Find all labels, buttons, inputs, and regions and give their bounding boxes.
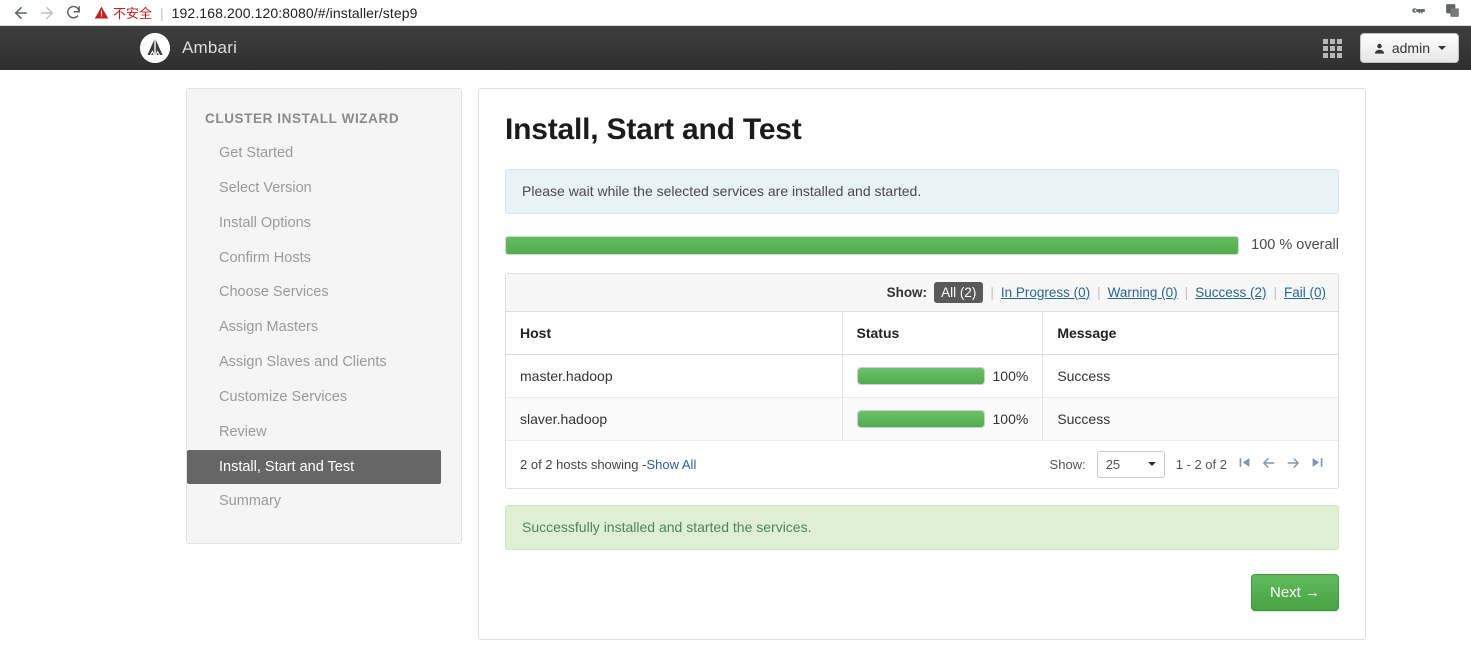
hosts-table: Host Status Message master.hadoop 100% S… [506, 311, 1338, 441]
sidebar-item-select-version[interactable]: Select Version [187, 171, 461, 206]
page-size-select[interactable]: 25 [1096, 450, 1165, 478]
sidebar-item-confirm-hosts[interactable]: Confirm Hosts [187, 241, 461, 276]
footer-actions: Next → [505, 573, 1339, 611]
row-progress-bar [856, 366, 985, 385]
sidebar-item-summary[interactable]: Summary [187, 484, 461, 519]
wizard-sidebar: CLUSTER INSTALL WIZARD Get Started Selec… [186, 88, 462, 545]
row-progress-fill [857, 410, 984, 427]
omnibox-divider: | [160, 4, 164, 21]
content-panel: Install, Start and Test Please wait whil… [478, 88, 1366, 640]
app-header: Ambari admin [0, 26, 1471, 70]
cell-host: slaver.hadoop [506, 397, 843, 441]
overall-progress: 100 % overall [505, 235, 1339, 255]
cell-status: 100% [842, 354, 1044, 398]
brand[interactable]: Ambari [140, 33, 237, 63]
row-progress-bar [856, 409, 985, 428]
page-body: CLUSTER INSTALL WIZARD Get Started Selec… [0, 70, 1471, 649]
sidebar-item-install-options[interactable]: Install Options [187, 206, 461, 241]
row-progress-fill [857, 367, 984, 384]
insecure-label: 不安全 [113, 6, 153, 21]
sidebar-item-choose-services[interactable]: Choose Services [187, 275, 461, 310]
next-button[interactable]: Next → [1250, 573, 1339, 611]
cell-status: 100% [842, 397, 1044, 441]
column-header-message[interactable]: Message [1042, 311, 1338, 355]
insecure-warning[interactable]: 不安全 [94, 3, 152, 22]
apps-grid-icon[interactable] [1322, 38, 1342, 58]
filter-all[interactable]: All (2) [934, 281, 984, 303]
first-page-icon[interactable] [1238, 456, 1251, 472]
sidebar-item-review[interactable]: Review [187, 415, 461, 450]
sidebar-item-assign-masters[interactable]: Assign Masters [187, 310, 461, 345]
sidebar-item-customize-services[interactable]: Customize Services [187, 380, 461, 415]
overall-progress-fill [506, 236, 1239, 254]
cell-host: master.hadoop [506, 354, 843, 398]
previous-page-icon[interactable] [1261, 456, 1276, 473]
warning-triangle-icon [94, 6, 109, 19]
table-pagination: 2 of 2 hosts showing - Show All Show: 25… [506, 440, 1338, 488]
last-page-icon[interactable] [1311, 456, 1324, 472]
overall-progress-label: 100 % overall [1251, 237, 1339, 254]
page-size-value: 25 [1105, 456, 1121, 472]
filter-fail[interactable]: Fail (0) [1284, 285, 1326, 300]
row-progress-label: 100% [992, 367, 1029, 384]
table-row[interactable]: master.hadoop 100% Success [506, 354, 1338, 398]
sidebar-item-assign-slaves-and-clients[interactable]: Assign Slaves and Clients [187, 345, 461, 380]
admin-menu-button[interactable]: admin [1359, 33, 1459, 63]
reload-icon[interactable] [60, 0, 86, 26]
back-arrow-icon[interactable] [8, 0, 34, 26]
header-actions: admin [1322, 33, 1459, 63]
url-text: 192.168.200.120:8080/#/installer/step9 [171, 4, 418, 21]
address-bar[interactable]: 不安全 | 192.168.200.120:8080/#/installer/s… [94, 1, 1399, 24]
browser-toolbar: 不安全 | 192.168.200.120:8080/#/installer/s… [0, 0, 1471, 26]
filter-separator: | [1184, 284, 1189, 300]
chevron-down-icon [1147, 462, 1156, 467]
extension-icon[interactable] [1444, 2, 1461, 24]
row-progress-label: 100% [992, 410, 1029, 427]
table-header-row: Host Status Message [506, 311, 1338, 355]
filter-success[interactable]: Success (2) [1195, 285, 1266, 300]
info-alert: Please wait while the selected services … [505, 169, 1339, 214]
filter-in-progress[interactable]: In Progress (0) [1001, 285, 1090, 300]
cell-message: Success [1042, 397, 1338, 441]
pagination-range: 1 - 2 of 2 [1175, 456, 1227, 472]
filter-warning[interactable]: Warning (0) [1108, 285, 1178, 300]
page-title: Install, Start and Test [505, 113, 802, 146]
admin-label: admin [1391, 40, 1430, 56]
table-head: Host Status Message [506, 311, 1338, 355]
browser-actions [1399, 2, 1463, 24]
forward-arrow-icon[interactable] [34, 0, 60, 26]
filter-separator: | [990, 284, 994, 300]
pagination-summary: 2 of 2 hosts showing - [520, 456, 647, 472]
filter-separator: | [1097, 284, 1101, 300]
hosts-table-block: Show: All (2) | In Progress (0) | Warnin… [505, 272, 1339, 489]
pager-icons [1238, 456, 1324, 473]
ambari-logo-icon [140, 33, 170, 63]
overall-progress-bar [505, 235, 1240, 255]
key-icon[interactable] [1411, 2, 1428, 24]
status-filter-bar: Show: All (2) | In Progress (0) | Warnin… [506, 273, 1338, 312]
brand-name: Ambari [182, 38, 238, 57]
table-body: master.hadoop 100% Success slaver.hadoop… [506, 354, 1338, 441]
sidebar-title: CLUSTER INSTALL WIZARD [205, 111, 400, 126]
page-size-label: Show: [1049, 456, 1086, 472]
row-progress: 100% [856, 409, 1029, 428]
success-alert: Successfully installed and started the s… [505, 504, 1339, 550]
row-progress: 100% [856, 366, 1029, 385]
user-icon [1374, 43, 1384, 54]
wizard-layout: CLUSTER INSTALL WIZARD Get Started Selec… [0, 88, 1471, 640]
pagination-controls: Show: 25 1 - 2 of 2 [1049, 450, 1324, 478]
sidebar-item-install-start-and-test[interactable]: Install, Start and Test [187, 449, 441, 485]
column-header-host[interactable]: Host [506, 311, 843, 355]
next-page-icon[interactable] [1286, 456, 1301, 473]
sidebar-item-get-started[interactable]: Get Started [187, 136, 461, 171]
chevron-down-icon [1438, 46, 1446, 50]
cell-message: Success [1042, 354, 1338, 398]
show-all-link[interactable]: Show All [646, 457, 696, 472]
table-row[interactable]: slaver.hadoop 100% Success [506, 397, 1338, 441]
filter-separator: | [1273, 284, 1277, 300]
filter-show-label: Show: [886, 284, 928, 300]
column-header-status[interactable]: Status [842, 311, 1044, 355]
